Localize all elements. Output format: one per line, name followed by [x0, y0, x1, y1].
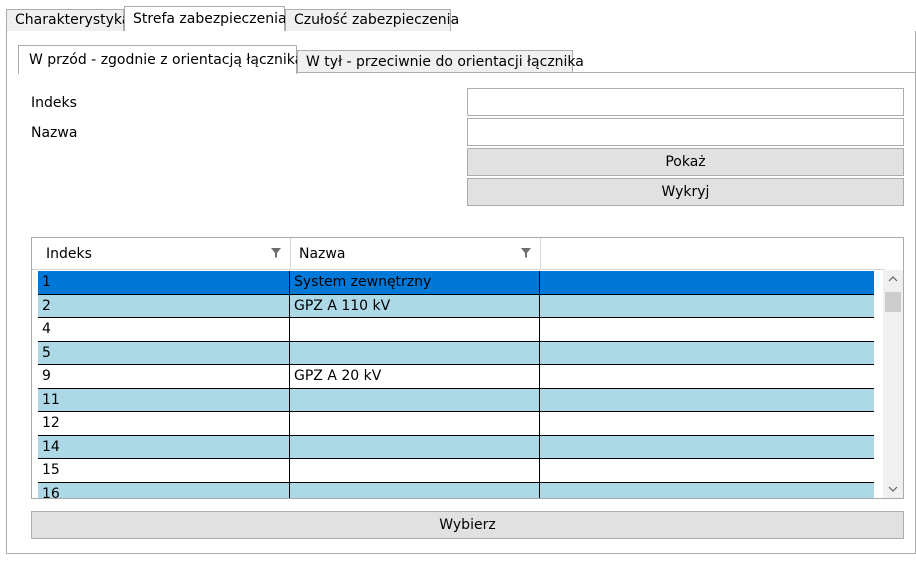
- table-row[interactable]: 11: [38, 388, 874, 412]
- vertical-scrollbar[interactable]: [883, 270, 903, 498]
- cell-blank[interactable]: [540, 389, 874, 412]
- cell-name[interactable]: GPZ A 20 kV: [290, 365, 540, 388]
- cell-name[interactable]: [290, 318, 540, 341]
- column-header-name[interactable]: Nazwa: [291, 238, 541, 270]
- cell-blank[interactable]: [540, 459, 874, 482]
- table-row[interactable]: 12: [38, 412, 874, 436]
- select-button[interactable]: Wybierz: [31, 511, 904, 539]
- column-header-name-label: Nazwa: [299, 246, 346, 262]
- detect-button[interactable]: Wykryj: [467, 178, 904, 206]
- table-row[interactable]: 2 GPZ A 110 kV: [38, 294, 874, 318]
- grid-rows: 1 System zewnętrzny 2 GPZ A 110 kV 4 5 9 GPZ A …: [32, 271, 885, 499]
- table-row[interactable]: 9 GPZ A 20 kV: [38, 365, 874, 389]
- column-header-empty: [541, 238, 885, 270]
- cell-blank[interactable]: [540, 295, 874, 318]
- cell-index[interactable]: 5: [38, 341, 290, 364]
- table-row[interactable]: 4: [38, 318, 874, 342]
- scrollbar-thumb[interactable]: [885, 292, 901, 312]
- tab-czulosc-zabezpieczenia[interactable]: Czułość zabezpieczenia: [285, 9, 459, 32]
- cell-name[interactable]: [290, 412, 540, 435]
- cell-index[interactable]: 1: [38, 271, 290, 294]
- cell-blank[interactable]: [540, 365, 874, 388]
- cell-index[interactable]: 2: [38, 294, 290, 317]
- cell-index[interactable]: 4: [38, 318, 290, 341]
- cell-blank[interactable]: [540, 412, 874, 435]
- column-header-index-label: Indeks: [46, 246, 92, 262]
- name-label: Nazwa: [31, 125, 78, 141]
- subtab-forward[interactable]: W przód - zgodnie z orientacją łącznika: [18, 45, 303, 74]
- cell-index[interactable]: 14: [38, 435, 290, 458]
- name-input[interactable]: [467, 118, 904, 146]
- cell-index[interactable]: 11: [38, 388, 290, 411]
- scroll-down-icon[interactable]: [888, 486, 898, 492]
- cell-index[interactable]: 9: [38, 365, 290, 388]
- cell-index[interactable]: 16: [38, 482, 290, 498]
- cell-blank[interactable]: [540, 318, 874, 341]
- cell-name[interactable]: [290, 482, 540, 498]
- cell-blank[interactable]: [540, 271, 874, 294]
- header-separator: [32, 269, 885, 270]
- table-row[interactable]: 5: [38, 341, 874, 365]
- table-row[interactable]: 16: [38, 482, 874, 499]
- scroll-up-icon[interactable]: [888, 276, 898, 282]
- table-row[interactable]: 1 System zewnętrzny: [38, 271, 874, 295]
- show-button[interactable]: Pokaż: [467, 148, 904, 176]
- cell-index[interactable]: 15: [38, 459, 290, 482]
- cell-name[interactable]: [290, 435, 540, 458]
- cell-name[interactable]: GPZ A 110 kV: [290, 294, 540, 317]
- table-row[interactable]: 15: [38, 459, 874, 483]
- filter-icon[interactable]: [270, 247, 282, 259]
- column-header-index[interactable]: Indeks: [32, 238, 291, 270]
- index-label: Indeks: [31, 95, 77, 111]
- table-row[interactable]: 14: [38, 435, 874, 459]
- cell-index[interactable]: 12: [38, 412, 290, 435]
- tab-strefa-zabezpieczenia[interactable]: Strefa zabezpieczenia: [124, 6, 287, 33]
- cell-name[interactable]: System zewnętrzny: [290, 271, 540, 294]
- cell-blank[interactable]: [540, 436, 874, 459]
- cell-blank[interactable]: [540, 483, 874, 499]
- cell-blank[interactable]: [540, 342, 874, 365]
- subtab-backward[interactable]: W tył - przeciwnie do orientacji łącznik…: [297, 50, 584, 73]
- index-input[interactable]: [467, 88, 904, 116]
- results-grid[interactable]: Indeks Nazwa 1 System zewnętrzny 2 GPZ A 11…: [31, 237, 904, 499]
- tab-charakterystyka[interactable]: Charakterystyka: [6, 9, 130, 32]
- cell-name[interactable]: [290, 388, 540, 411]
- filter-icon[interactable]: [520, 247, 532, 259]
- cell-name[interactable]: [290, 459, 540, 482]
- cell-name[interactable]: [290, 341, 540, 364]
